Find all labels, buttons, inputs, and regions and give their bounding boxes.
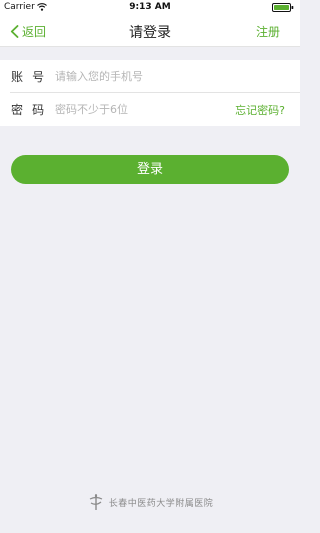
account-label: 账 号 — [11, 70, 45, 84]
hospital-logo-icon — [87, 493, 105, 511]
navigation-bar: 返回 请登录 注册 — [0, 16, 300, 47]
battery-icon — [272, 3, 294, 12]
phone-input[interactable] — [55, 65, 225, 87]
login-form: 账 号 密 码 忘记密码? — [0, 60, 300, 126]
account-row: 账 号 — [0, 60, 300, 93]
footer: 长春中医药大学附属医院 — [0, 492, 300, 512]
login-button[interactable]: 登录 — [11, 155, 289, 184]
status-bar: Carrier 9:13 AM — [0, 0, 300, 16]
status-time: 9:13 AM — [129, 2, 171, 12]
hospital-name: 长春中医药大学附属医院 — [108, 498, 214, 509]
password-row: 密 码 忘记密码? — [0, 93, 300, 126]
password-label: 密 码 — [11, 103, 45, 117]
register-button[interactable]: 注册 — [256, 23, 280, 40]
password-input[interactable] — [55, 98, 225, 120]
forgot-password-link[interactable]: 忘记密码? — [235, 102, 285, 118]
